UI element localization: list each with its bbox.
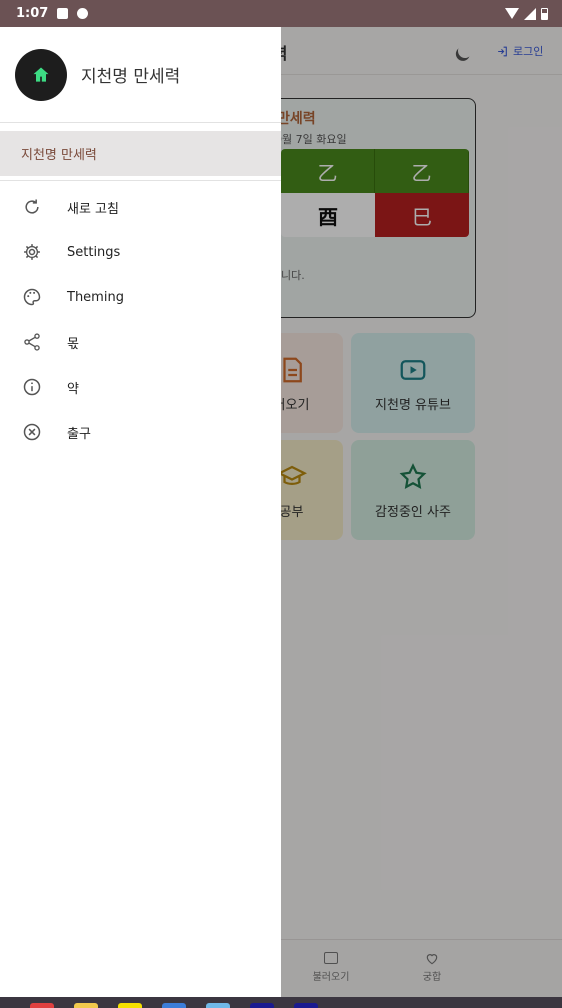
share-icon [24, 333, 40, 351]
drawer-app-title: 지천명 만세력 [81, 67, 181, 87]
gear-icon [24, 244, 40, 260]
refresh-icon [25, 199, 39, 214]
status-time: 1:07 [16, 6, 49, 21]
wifi-icon [505, 8, 519, 19]
taskbar-app[interactable] [118, 1003, 142, 1008]
battery-icon [541, 7, 548, 20]
taskbar-app[interactable] [206, 1003, 230, 1008]
taskbar-app[interactable] [250, 1003, 274, 1008]
palette-icon [23, 288, 41, 306]
drawer-header: 지천명 만세력 [0, 27, 281, 123]
drawer-item-selected[interactable]: 지천명 만세력 [0, 131, 281, 176]
drawer-item-label: 몫 [67, 336, 79, 352]
drawer-item-settings[interactable]: Settings [0, 232, 281, 272]
navigation-drawer: 지천명 만세력 지천명 만세력 새로 고침 Settings Theming 몫… [0, 27, 281, 997]
status-bar: 1:07 [0, 0, 562, 27]
taskbar-app[interactable] [30, 1003, 54, 1008]
drawer-item-theming[interactable]: Theming [0, 277, 281, 317]
signal-icon [524, 7, 536, 20]
drawer-item-label: Settings [67, 244, 121, 260]
drawer-item-label: 출구 [67, 426, 91, 442]
drawer-divider [0, 180, 281, 181]
notification-a-icon [57, 8, 69, 19]
close-circle-icon [23, 423, 41, 441]
drawer-item-share[interactable]: 몫 [0, 322, 281, 362]
avatar [15, 49, 67, 101]
info-icon [23, 378, 41, 396]
drawer-item-label: 새로 고침 [67, 201, 119, 217]
drawer-selected-label: 지천명 만세력 [21, 148, 97, 163]
drawer-item-refresh[interactable]: 새로 고침 [0, 187, 281, 227]
drawer-item-about[interactable]: 약 [0, 367, 281, 407]
taskbar-app[interactable] [74, 1003, 98, 1008]
home-icon [33, 67, 49, 82]
taskbar-app[interactable] [162, 1003, 186, 1008]
drawer-item-label: Theming [67, 289, 124, 305]
notification-play-icon [77, 8, 89, 19]
drawer-item-label: 약 [67, 381, 79, 397]
taskbar-app[interactable] [294, 1003, 318, 1008]
taskbar [0, 997, 562, 1008]
drawer-item-exit[interactable]: 출구 [0, 412, 281, 452]
